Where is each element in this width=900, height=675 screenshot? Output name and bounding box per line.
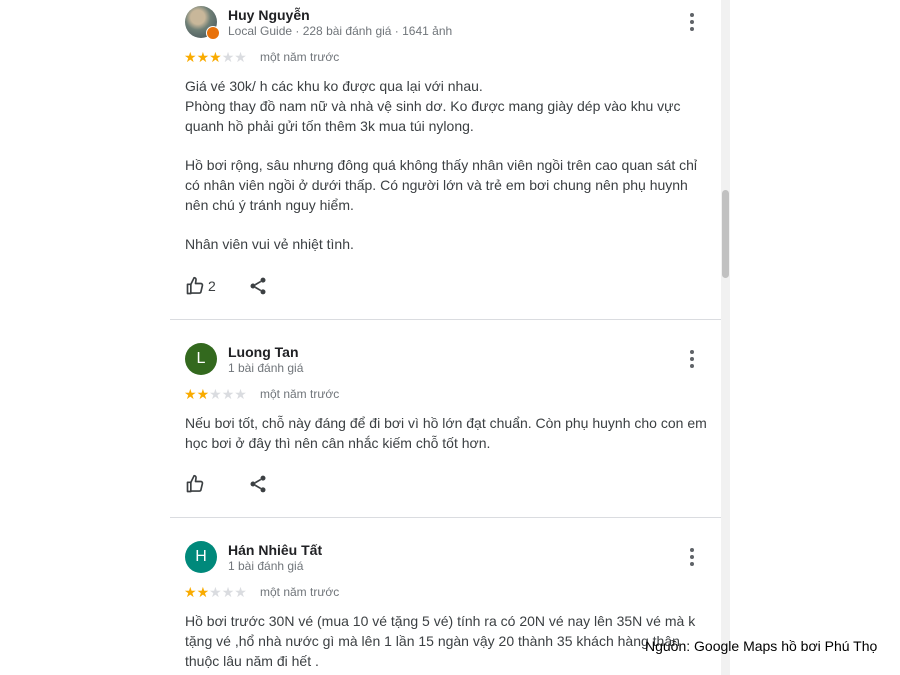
- review-line: nên chú ý tránh nguy hiểm.: [185, 197, 354, 213]
- review-line: học bơi ở đây thì nên cân nhắc kiếm chỗ …: [185, 435, 491, 451]
- review-line: thuộc lâu năm đi hết .: [185, 653, 319, 669]
- divider: [170, 319, 721, 320]
- review-line: Phòng thay đồ nam nữ và nhà vệ sinh dơ. …: [185, 98, 681, 114]
- avatar[interactable]: [185, 6, 220, 40]
- share-icon: [250, 475, 266, 493]
- local-guide-badge-icon: [206, 26, 220, 40]
- star-rating: ★★★★★: [184, 584, 247, 600]
- review-time: một năm trước: [260, 387, 340, 401]
- review-time: một năm trước: [260, 585, 340, 599]
- scrollbar-thumb[interactable]: [722, 190, 729, 278]
- reviewer-name[interactable]: Luong Tan: [228, 344, 299, 360]
- more-options-icon[interactable]: [682, 347, 702, 371]
- share-icon: [250, 277, 266, 295]
- avatar[interactable]: L: [185, 343, 217, 375]
- source-caption: Nguồn: Google Maps hồ bơi Phú Thọ: [645, 638, 878, 654]
- share-button[interactable]: [248, 276, 268, 296]
- review-line: có nhân viên ngồi ở dưới thấp. Có người …: [185, 177, 688, 193]
- more-options-icon[interactable]: [682, 545, 702, 569]
- reviewer-meta[interactable]: 1 bài đánh giá: [228, 559, 303, 573]
- review-time: một năm trước: [260, 50, 340, 64]
- scrollbar-track[interactable]: [721, 0, 730, 675]
- like-button[interactable]: [185, 474, 205, 494]
- review-text: Hồ bơi trước 30N vé (mua 10 vé tặng 5 vé…: [185, 611, 710, 671]
- star-rating: ★★★★★: [184, 386, 247, 402]
- review-line: quanh hồ phải gửi tốn thêm 3k mua túi ny…: [185, 118, 474, 134]
- review-line: tặng vé ,hổ nhà nước gì mà lên 1 lần 15 …: [185, 633, 680, 649]
- reviewer-name[interactable]: Hán Nhiêu Tất: [228, 542, 322, 558]
- review-text: Giá vé 30k/ h các khu ko được qua lại vớ…: [185, 76, 710, 254]
- divider: [170, 517, 721, 518]
- reviews-panel: Huy Nguyễn Local Guide · 228 bài đánh gi…: [170, 0, 721, 675]
- review-text: Nếu bơi tốt, chỗ này đáng để đi bơi vì h…: [185, 413, 710, 453]
- like-count: 2: [208, 278, 216, 294]
- review-line: Nếu bơi tốt, chỗ này đáng để đi bơi vì h…: [185, 415, 707, 431]
- reviewer-meta[interactable]: Local Guide · 228 bài đánh giá · 1641 ản…: [228, 24, 452, 38]
- thumb-up-icon: [186, 276, 204, 295]
- avatar[interactable]: H: [185, 541, 217, 573]
- reviewer-name[interactable]: Huy Nguyễn: [228, 7, 310, 23]
- review-line: Giá vé 30k/ h các khu ko được qua lại vớ…: [185, 78, 483, 94]
- review-line: Nhân viên vui vẻ nhiệt tình.: [185, 236, 354, 252]
- review-line: Hồ bơi rộng, sâu nhưng đông quá không th…: [185, 157, 698, 173]
- share-button[interactable]: [248, 474, 268, 494]
- thumb-up-icon: [186, 474, 204, 493]
- star-rating: ★★★★★: [184, 49, 247, 65]
- review-line: Hồ bơi trước 30N vé (mua 10 vé tặng 5 vé…: [185, 613, 696, 629]
- more-options-icon[interactable]: [682, 10, 702, 34]
- reviewer-meta[interactable]: 1 bài đánh giá: [228, 361, 303, 375]
- like-button[interactable]: 2: [185, 276, 216, 296]
